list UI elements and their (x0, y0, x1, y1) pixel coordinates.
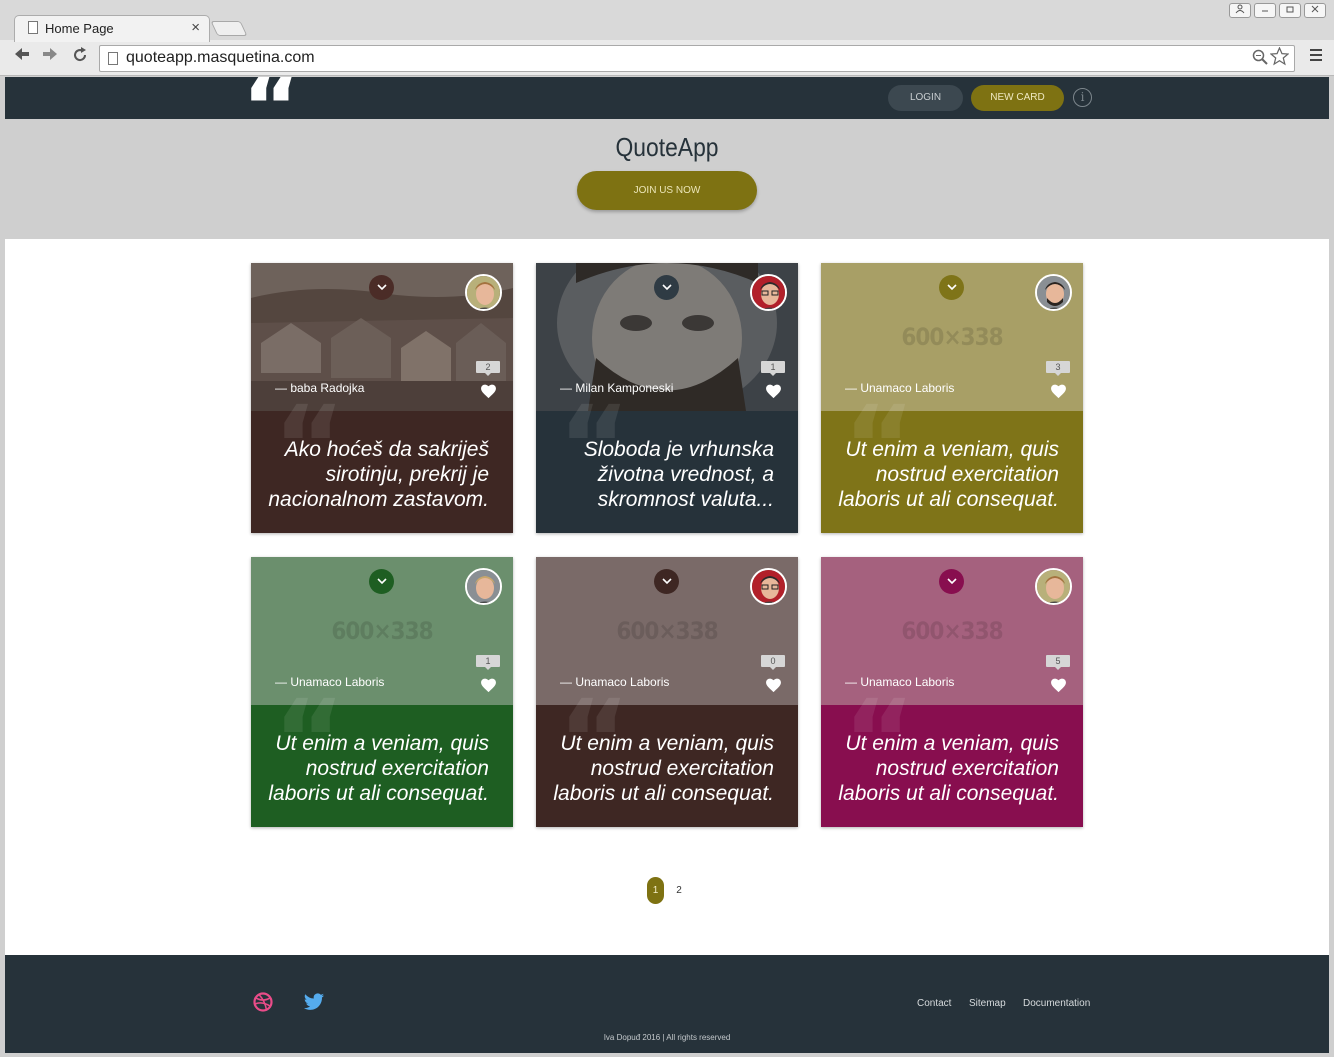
quote-text: Ut enim a veniam, quis nostrud exercitat… (268, 732, 489, 805)
like-count-badge: 2 (476, 361, 500, 376)
join-us-button[interactable]: JOIN US NOW (577, 171, 757, 210)
reload-icon[interactable] (70, 47, 90, 68)
dribbble-icon[interactable] (253, 992, 273, 1012)
image-placeholder-label: 600×338 (616, 617, 718, 645)
browser-chrome: Home Page × quoteapp.masquetina.com (0, 0, 1334, 76)
card-body: “Ako hoćeš da sakriješ sirotinju, prekri… (251, 391, 513, 533)
new-tab-button[interactable] (210, 21, 248, 36)
like-count-badge: 0 (761, 655, 785, 670)
minimize-icon[interactable] (1254, 3, 1276, 18)
like-count-badge: 1 (476, 655, 500, 670)
chevron-down-icon[interactable] (939, 569, 964, 594)
quote-card[interactable]: 600×338— Unamaco Laboris 3 “Ut enim a veni… (821, 263, 1083, 533)
document-icon (28, 21, 38, 34)
new-card-button[interactable]: NEW CARD (971, 85, 1064, 111)
close-icon[interactable] (1304, 3, 1326, 18)
login-button[interactable]: LOGIN (888, 85, 963, 111)
quote-text: Sloboda je vrhunska životna vrednost, a … (583, 438, 774, 511)
copyright-text: Iva Dopuđ 2016 | All rights reserved (603, 1033, 731, 1042)
author-avatar[interactable] (750, 568, 787, 605)
like-count-badge: 5 (1046, 655, 1070, 670)
card-body: “Sloboda je vrhunska životna vrednost, a… (536, 391, 798, 533)
zoom-icon[interactable] (1252, 49, 1268, 70)
footer: Contact Sitemap Documentation Iva Dopuđ … (5, 955, 1329, 1053)
tab-title: Home Page (45, 21, 114, 36)
chevron-down-icon[interactable] (939, 275, 964, 300)
hero-section: QuoteApp JOIN US NOW (5, 119, 1329, 239)
user-icon[interactable] (1229, 3, 1251, 18)
quote-text: Ut enim a veniam, quis nostrud exercitat… (838, 438, 1059, 511)
bookmark-star-icon[interactable] (1269, 46, 1290, 72)
quote-card[interactable]: — Milan Kamponeski 1 “Sloboda je vrhunska … (536, 263, 798, 533)
quote-card[interactable]: 600×338— Unamaco Laboris 1 “Ut enim a veni… (251, 557, 513, 827)
menu-icon[interactable] (1310, 49, 1322, 64)
footer-link-sitemap[interactable]: Sitemap (969, 998, 1006, 1009)
forward-icon[interactable] (40, 47, 60, 66)
chevron-down-icon[interactable] (369, 569, 394, 594)
page-viewport: “ LOGIN NEW CARD i QuoteApp JOIN US NOW … (5, 77, 1329, 1053)
pagination-page-2[interactable]: 2 (673, 877, 685, 904)
heart-icon[interactable] (765, 677, 782, 693)
author-avatar[interactable] (1035, 274, 1072, 311)
chevron-down-icon[interactable] (654, 275, 679, 300)
quote-card[interactable]: 600×338— Unamaco Laboris 0 “Ut enim a veni… (536, 557, 798, 827)
address-bar[interactable]: quoteapp.masquetina.com (99, 45, 1295, 72)
close-tab-icon[interactable]: × (191, 19, 200, 36)
author-avatar[interactable] (465, 274, 502, 311)
footer-link-contact[interactable]: Contact (917, 998, 951, 1009)
card-body: “Ut enim a veniam, quis nostrud exercita… (821, 391, 1083, 533)
pagination-page-1[interactable]: 1 (647, 877, 664, 904)
info-icon[interactable]: i (1073, 88, 1092, 107)
image-placeholder-label: 600×338 (331, 617, 433, 645)
page-icon (108, 52, 118, 65)
quote-card[interactable]: 600×338— Unamaco Laboris 5 “Ut enim a veni… (821, 557, 1083, 827)
author-avatar[interactable] (750, 274, 787, 311)
quote-text: Ut enim a veniam, quis nostrud exercitat… (838, 732, 1059, 805)
image-placeholder-label: 600×338 (901, 617, 1003, 645)
url-text[interactable]: quoteapp.masquetina.com (126, 49, 315, 67)
back-icon[interactable] (12, 47, 32, 66)
quote-text: Ako hoćeš da sakriješ sirotinju, prekrij… (268, 438, 489, 511)
heart-icon[interactable] (765, 383, 782, 399)
window-controls (1229, 3, 1326, 18)
heart-icon[interactable] (1050, 677, 1067, 693)
tab-strip: Home Page × (0, 0, 1334, 42)
navigation-row: quoteapp.masquetina.com (0, 41, 1334, 75)
top-navbar: “ LOGIN NEW CARD i (5, 77, 1329, 153)
heart-icon[interactable] (1050, 383, 1067, 399)
author-avatar[interactable] (465, 568, 502, 605)
like-count-badge: 3 (1046, 361, 1070, 376)
author-avatar[interactable] (1035, 568, 1072, 605)
quote-card[interactable]: — baba Radojka 2 “Ako hoćeš da sakriješ si… (251, 263, 513, 533)
browser-tab[interactable]: Home Page × (14, 15, 210, 42)
card-body: “Ut enim a veniam, quis nostrud exercita… (251, 685, 513, 827)
footer-link-documentation[interactable]: Documentation (1023, 998, 1090, 1009)
chevron-down-icon[interactable] (654, 569, 679, 594)
page-title: QuoteApp (615, 132, 719, 162)
card-body: “Ut enim a veniam, quis nostrud exercita… (536, 685, 798, 827)
image-placeholder-label: 600×338 (901, 323, 1003, 351)
heart-icon[interactable] (480, 383, 497, 399)
card-body: “Ut enim a veniam, quis nostrud exercita… (821, 685, 1083, 827)
heart-icon[interactable] (480, 677, 497, 693)
twitter-icon[interactable] (303, 993, 325, 1012)
chevron-down-icon[interactable] (369, 275, 394, 300)
like-count-badge: 1 (761, 361, 785, 376)
restore-icon[interactable] (1279, 3, 1301, 18)
quote-text: Ut enim a veniam, quis nostrud exercitat… (553, 732, 774, 805)
